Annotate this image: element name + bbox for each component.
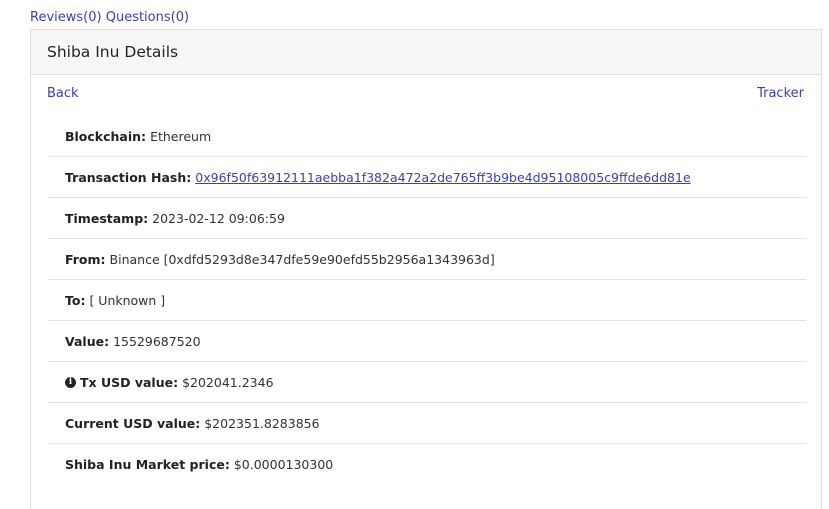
detail-label: Blockchain: [65,128,147,144]
detail-value: $202351.8283856 [204,415,320,431]
detail-row-from: From: Binance [0xdfd5293d8e347dfe59e90ef… [48,239,806,280]
detail-label: To: [65,292,86,308]
detail-label: Shiba Inu Market price: [65,457,230,472]
page-title: Shiba Inu Details [47,43,179,61]
detail-label: Value: [65,333,110,349]
transaction-hash-link[interactable]: 0x96f50f63912111aebba1f382a472a2de765ff3… [195,170,690,185]
back-link[interactable]: Back [47,86,79,101]
questions-link[interactable]: Questions(0) [106,10,189,25]
detail-label: Timestamp: [65,210,149,226]
detail-value: Ethereum [150,128,212,144]
detail-row-tx-usd-value: i Tx USD value: $202041.2346 [48,362,806,403]
detail-label: Transaction Hash: [65,169,192,185]
detail-label: Tx USD value: [80,374,179,390]
detail-row-to: To: [ Unknown ] [48,280,806,321]
detail-value: $202041.2346 [182,374,274,390]
detail-label: From: [65,251,106,267]
detail-value: 15529687520 [113,333,201,349]
detail-row-timestamp: Timestamp: 2023-02-12 09:06:59 [48,198,806,239]
card-header: Shiba Inu Details [31,30,821,75]
reviews-link[interactable]: Reviews(0) [30,10,102,25]
detail-row-blockchain: Blockchain: Ethereum [48,116,806,157]
detail-row-current-usd-value: Current USD value: $202351.8283856 [48,403,806,444]
detail-label: Current USD value: [65,415,201,431]
detail-row-value: Value: 15529687520 [48,321,806,362]
detail-value: Binance [0xdfd5293d8e347dfe59e90efd55b29… [109,251,495,267]
nav-row: Back Tracker [31,75,821,112]
info-icon[interactable]: i [65,376,76,388]
detail-value: $0.0000130300 [233,457,334,472]
detail-row-transaction-hash: Transaction Hash: 0x96f50f63912111aebba1… [48,157,806,198]
tracker-link[interactable]: Tracker [757,86,804,101]
detail-value: [ Unknown ] [89,292,166,308]
detail-value: 2023-02-12 09:06:59 [152,210,285,226]
details-card: Shiba Inu Details Back Tracker Blockchai… [30,29,822,509]
top-links: Reviews(0) Questions(0) [30,10,189,25]
details-list: Blockchain: Ethereum Transaction Hash: 0… [48,116,806,485]
detail-row-market-price: Shiba Inu Market price: $0.0000130300 [48,444,806,485]
